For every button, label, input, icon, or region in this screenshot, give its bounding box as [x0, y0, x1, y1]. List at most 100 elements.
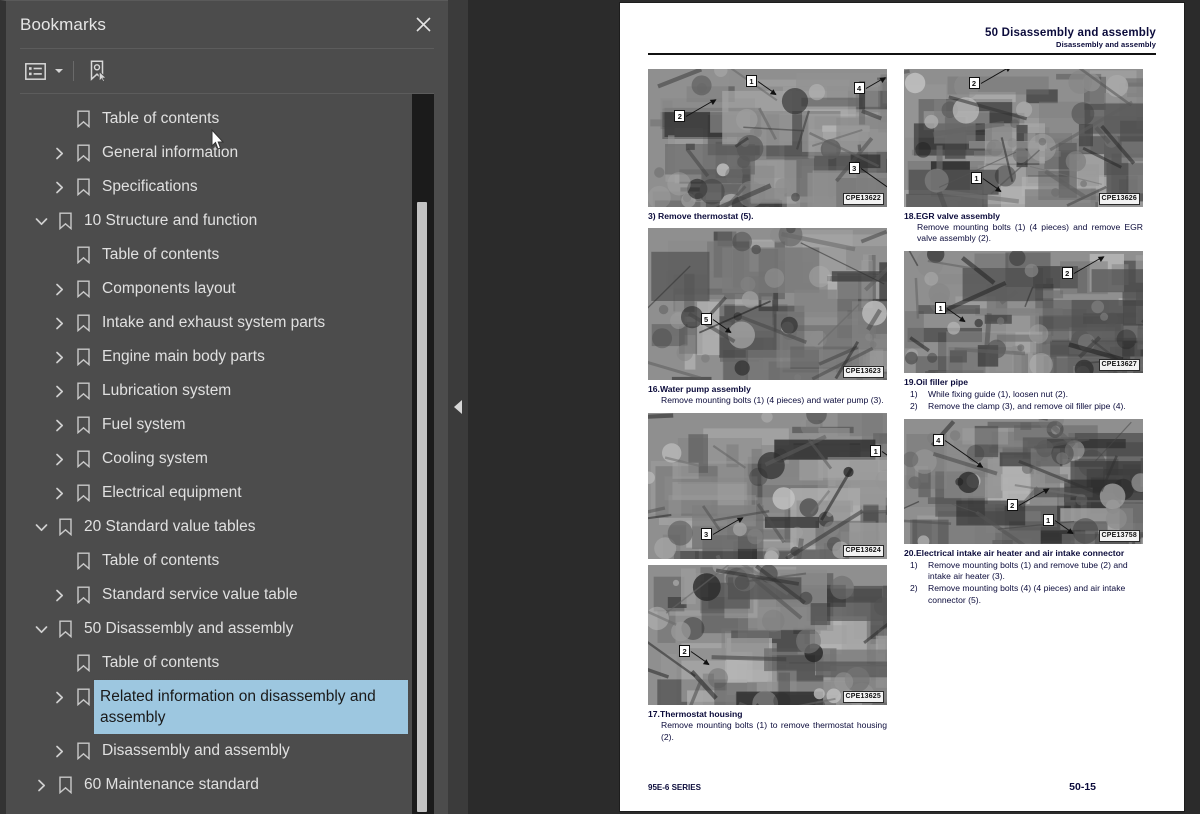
- bookmark-item-selected[interactable]: Related information on disassembly and a…: [20, 679, 410, 735]
- bookmarks-scrollbar[interactable]: [412, 94, 434, 814]
- bookmark-item[interactable]: 20 Standard value tables: [20, 510, 410, 544]
- callout-number: 1: [870, 444, 882, 457]
- figure-caption: 3) Remove thermostat (5).: [648, 211, 887, 222]
- bookmark-icon: [54, 612, 76, 646]
- figure-photo: 5 CPE13623: [648, 228, 887, 380]
- chevron-right-icon[interactable]: [46, 374, 72, 408]
- chevron-right-icon[interactable]: [46, 442, 72, 476]
- panel-collapse-handle[interactable]: [448, 0, 468, 814]
- chevron-down-icon[interactable]: [52, 58, 66, 84]
- bookmark-item-label: Related information on disassembly and a…: [93, 679, 409, 735]
- bookmark-item[interactable]: 50 Disassembly and assembly: [20, 612, 410, 646]
- chevron-down-icon[interactable]: [28, 612, 54, 646]
- callout-number: 1: [970, 172, 982, 185]
- figure-block: 1 2 CPE13627 19.Oil filler pipe 1) While fixi…: [904, 250, 1143, 413]
- pdf-viewer-window: Bookmarks Table of contents General info…: [0, 0, 1200, 814]
- callout-number: 1: [1042, 513, 1054, 526]
- caption-title: 3) Remove thermostat (5).: [648, 210, 754, 221]
- caption-step-number: 1): [910, 389, 918, 400]
- chevron-right-icon[interactable]: [46, 476, 72, 510]
- page-header-subtitle: Disassembly and assembly: [1056, 40, 1156, 49]
- bookmark-item[interactable]: Standard service value table: [20, 578, 410, 612]
- list-options-icon[interactable]: [20, 58, 50, 84]
- bookmark-item[interactable]: Engine main body parts: [20, 340, 410, 374]
- chevron-right-icon[interactable]: [46, 170, 72, 204]
- bookmark-icon: [72, 102, 94, 136]
- bookmark-item-label: 60 Maintenance standard: [84, 776, 259, 793]
- callout-number: 2: [679, 644, 691, 657]
- bookmark-item-label: Components layout: [102, 280, 236, 297]
- figure-photo: 1 2 CPE13627: [904, 250, 1143, 373]
- chevron-down-icon[interactable]: [28, 204, 54, 238]
- bookmark-item[interactable]: Lubrication system: [20, 374, 410, 408]
- bookmark-icon: [72, 340, 94, 374]
- photo-image: [904, 68, 1143, 207]
- bookmark-item[interactable]: Specifications: [20, 170, 410, 204]
- chevron-right-icon[interactable]: [46, 408, 72, 442]
- chevron-right-icon[interactable]: [46, 734, 72, 768]
- caption-step: 2) Remove mounting bolts (4) (4 pieces) a…: [910, 583, 1126, 605]
- bookmark-icon: [72, 136, 94, 170]
- bookmark-item-label: 10 Structure and function: [84, 212, 258, 229]
- chevron-down-icon[interactable]: [28, 510, 54, 544]
- caption-body: Remove mounting bolts (1) to remove ther…: [661, 720, 887, 742]
- figure-block: 2 CPE13625 17.Thermostat housing Remove mou…: [648, 564, 887, 743]
- figure-caption: 19.Oil filler pipe 1) While fixing guide (…: [904, 377, 1143, 413]
- caption-step-list: 1) Remove mounting bolts (1) and remove t…: [904, 560, 1143, 606]
- bookmark-icon: [72, 476, 94, 510]
- bookmark-item-label: Intake and exhaust system parts: [102, 314, 326, 331]
- chevron-right-icon[interactable]: [46, 578, 72, 612]
- page-columns: 1 2 3 4 CPE13622 3) Remove thermostat (5). 5 CP…: [648, 68, 1156, 743]
- document-viewer[interactable]: 50 Disassembly and assembly Disassembly …: [468, 0, 1200, 814]
- figure-block: 1 2 4 CPE13758 20.Electrical intake air heat…: [904, 418, 1143, 607]
- chevron-right-icon[interactable]: [46, 340, 72, 374]
- bookmark-item[interactable]: 60 Maintenance standard: [20, 768, 410, 802]
- bookmark-item[interactable]: Electrical equipment: [20, 476, 410, 510]
- bookmarks-panel-header: Bookmarks: [6, 1, 448, 48]
- figure-code: CPE13622: [842, 192, 884, 205]
- figure-caption: 20.Electrical intake air heater and air …: [904, 548, 1143, 607]
- bookmark-item-label: Disassembly and assembly: [102, 742, 290, 759]
- bookmarks-tree[interactable]: Table of contents General information Spec…: [20, 94, 410, 814]
- bookmark-item-label: Specifications: [102, 178, 198, 195]
- bookmark-item[interactable]: Disassembly and assembly: [20, 734, 410, 768]
- bookmark-item[interactable]: Intake and exhaust system parts: [20, 306, 410, 340]
- caption-step-number: 2): [910, 583, 918, 594]
- chevron-right-icon[interactable]: [46, 306, 72, 340]
- bookmark-item-label: Table of contents: [102, 552, 220, 569]
- callout-number: 3: [848, 162, 860, 175]
- bookmark-icon: [72, 734, 94, 768]
- caption-step-number: 1): [910, 559, 918, 570]
- bookmark-item[interactable]: Table of contents: [20, 102, 410, 136]
- bookmark-item[interactable]: Cooling system: [20, 442, 410, 476]
- figure-caption: 18.EGR valve assembly Remove mounting bol…: [904, 211, 1143, 245]
- chevron-right-icon[interactable]: [46, 680, 72, 714]
- bookmark-item[interactable]: Table of contents: [20, 646, 410, 680]
- caption-step: 2) Remove the clamp (3), and remove oil f…: [910, 401, 1126, 412]
- figure-photo: 2 CPE13625: [648, 564, 887, 705]
- bookmark-item[interactable]: 10 Structure and function: [20, 204, 410, 238]
- caption-title: 20.Electrical intake air heater and air …: [904, 547, 1125, 558]
- close-icon[interactable]: [410, 12, 436, 38]
- bookmark-item-label: Table of contents: [102, 654, 220, 671]
- toolbar-divider: [73, 61, 74, 81]
- chevron-right-icon[interactable]: [46, 272, 72, 306]
- figure-code: CPE13625: [842, 690, 884, 703]
- callout-number: 2: [968, 76, 980, 89]
- panel-title: Bookmarks: [20, 14, 106, 34]
- bookmark-item[interactable]: Components layout: [20, 272, 410, 306]
- scrollbar-thumb[interactable]: [417, 202, 427, 812]
- bookmark-item[interactable]: General information: [20, 136, 410, 170]
- page-footer: 95E-6 SERIES 50-15: [648, 781, 1156, 793]
- chevron-right-icon[interactable]: [28, 768, 54, 802]
- pdf-page: 50 Disassembly and assembly Disassembly …: [620, 3, 1184, 811]
- bookmark-item-label: Table of contents: [102, 246, 220, 263]
- bookmark-item[interactable]: Table of contents: [20, 544, 410, 578]
- bookmark-item[interactable]: Table of contents: [20, 238, 410, 272]
- bookmark-item[interactable]: Fuel system: [20, 408, 410, 442]
- bookmarks-toolbar: [6, 49, 448, 93]
- chevron-right-icon[interactable]: [46, 136, 72, 170]
- new-bookmark-icon[interactable]: [83, 58, 113, 84]
- bookmark-item-label: 20 Standard value tables: [84, 518, 256, 535]
- page-header-title: 50 Disassembly and assembly: [985, 27, 1156, 39]
